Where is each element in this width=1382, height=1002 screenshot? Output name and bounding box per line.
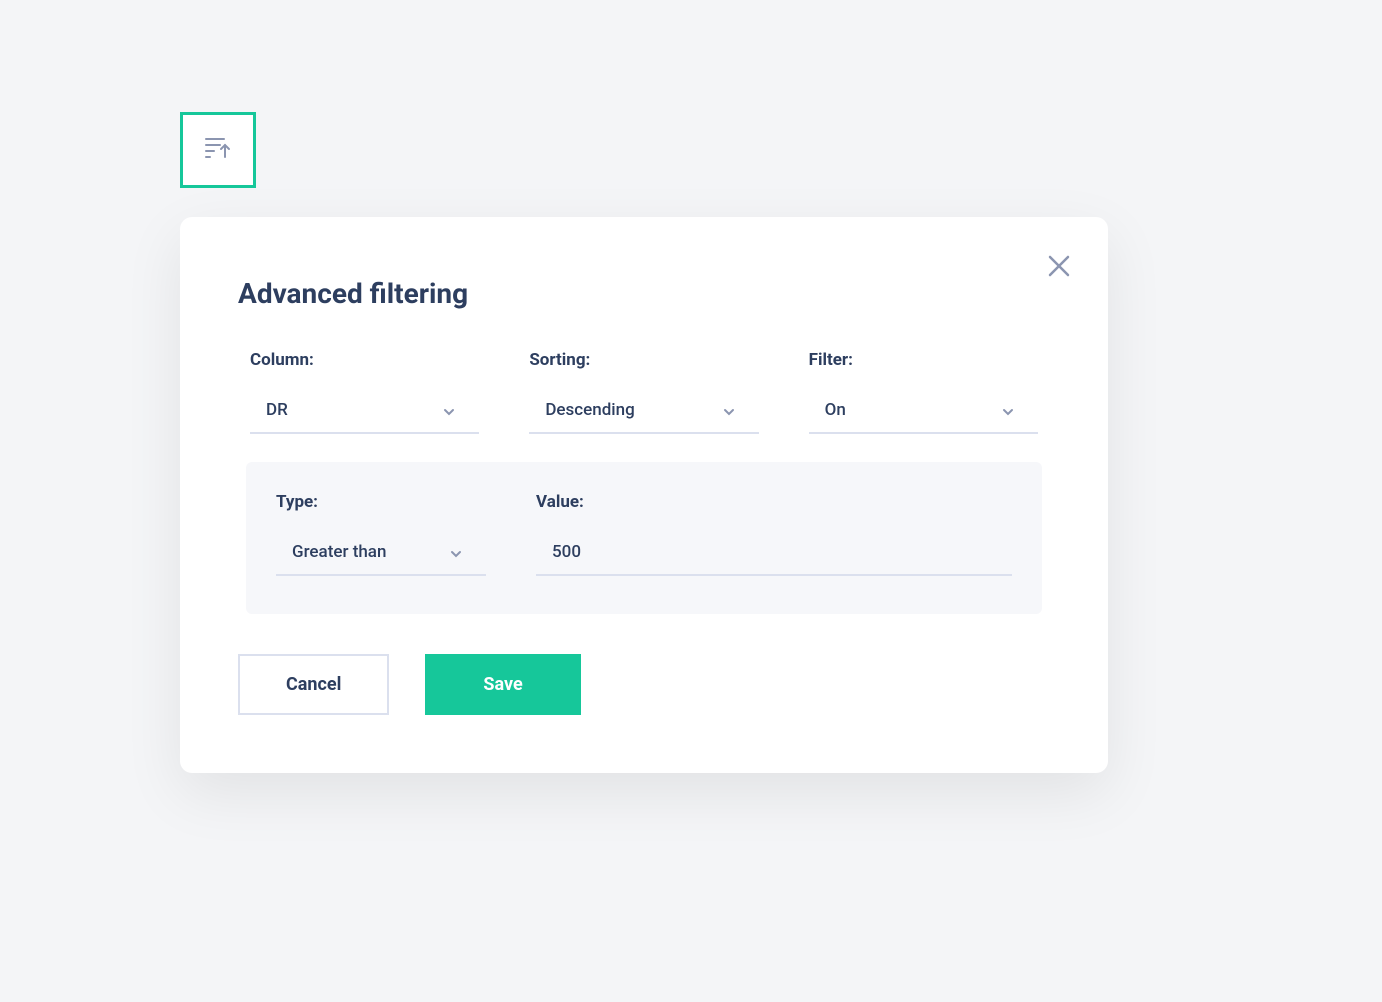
filter-select[interactable]: On [809,390,1038,434]
close-button[interactable] [1040,247,1078,289]
column-label: Column: [250,350,479,370]
sorting-label: Sorting: [529,350,758,370]
type-field-group: Type: Greater than [276,492,486,576]
cancel-button[interactable]: Cancel [238,654,389,715]
filter-field-group: Filter: On [809,350,1038,434]
chevron-down-icon [443,401,455,420]
sorting-value: Descending [545,400,634,420]
value-input[interactable]: 500 [536,532,1012,576]
sort-ascending-icon [204,135,232,165]
value-input-text: 500 [552,542,581,562]
filter-value: On [825,400,846,420]
type-select[interactable]: Greater than [276,532,486,576]
primary-fields-row: Column: DR Sorting: Descending [238,350,1050,434]
filter-details-panel: Type: Greater than Value: 500 [246,462,1042,614]
advanced-filtering-modal: Advanced filtering Column: DR Sorting: D… [180,217,1108,773]
sort-filter-trigger-button[interactable] [180,112,256,188]
chevron-down-icon [1002,401,1014,420]
type-value: Greater than [292,542,386,562]
value-field-group: Value: 500 [536,492,1012,576]
column-field-group: Column: DR [250,350,479,434]
close-icon [1046,268,1072,283]
modal-title: Advanced filtering [238,277,1050,310]
column-select[interactable]: DR [250,390,479,434]
chevron-down-icon [450,543,462,562]
sorting-field-group: Sorting: Descending [529,350,758,434]
value-label: Value: [536,492,1012,512]
chevron-down-icon [723,401,735,420]
type-label: Type: [276,492,486,512]
save-button[interactable]: Save [425,654,580,715]
button-row: Cancel Save [238,654,1050,715]
sorting-select[interactable]: Descending [529,390,758,434]
filter-label: Filter: [809,350,1038,370]
column-value: DR [266,400,288,420]
